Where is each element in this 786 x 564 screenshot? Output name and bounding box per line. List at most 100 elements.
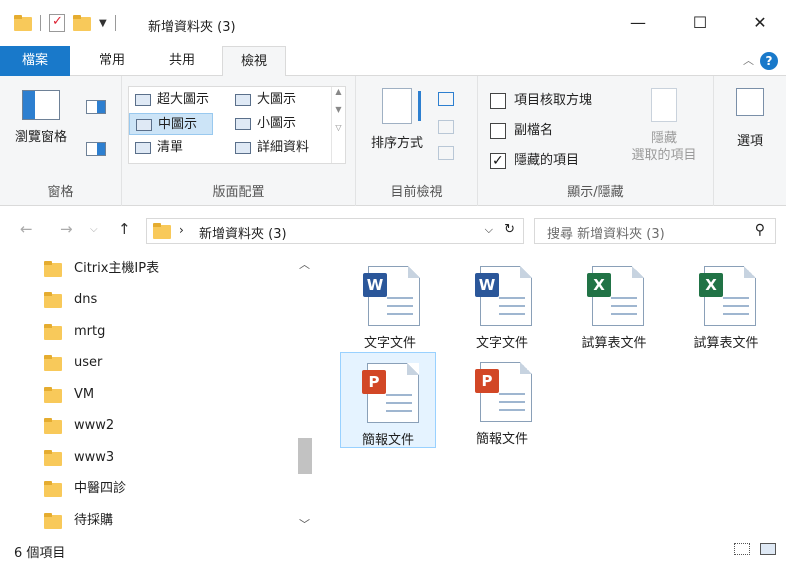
file-extensions-option[interactable]: 副檔名 xyxy=(490,120,553,142)
details-pane-icon[interactable] xyxy=(86,142,106,156)
panes-group: 瀏覽窗格 窗格 xyxy=(0,76,122,206)
nav-item-label: Citrix主機IP表 xyxy=(74,261,160,276)
layout-medium-icons[interactable]: 中圖示 xyxy=(129,113,213,135)
forward-arrow-icon[interactable]: → xyxy=(60,220,73,238)
search-input[interactable]: 搜尋 新增資料夾 (3) ⚲ xyxy=(534,218,776,244)
nav-item-citrix[interactable]: Citrix主機IP表 xyxy=(44,256,159,282)
scroll-up-icon[interactable]: ︿ xyxy=(299,256,310,272)
nav-item-mrtg[interactable]: mrtg xyxy=(44,319,105,345)
search-icon[interactable]: ⚲ xyxy=(755,222,765,238)
close-button[interactable]: ✕ xyxy=(742,8,778,38)
options-label: 選項 xyxy=(736,134,763,149)
up-arrow-icon[interactable]: ↑ xyxy=(118,220,131,238)
breadcrumb-current[interactable]: 新增資料夾 (3) xyxy=(199,223,287,242)
folder-icon xyxy=(44,450,62,466)
group-by-icon[interactable] xyxy=(438,92,454,106)
layout-item-label: 大圖示 xyxy=(257,92,297,107)
back-arrow-icon[interactable]: ← xyxy=(20,220,33,238)
customize-toolbar-icon[interactable]: ▼ xyxy=(99,18,107,29)
layout-item-label: 超大圖示 xyxy=(157,92,210,107)
address-path-box[interactable]: › 新增資料夾 (3) ⌵ ↻ xyxy=(146,218,524,244)
ppt-badge: P xyxy=(475,369,499,393)
nav-item-dns[interactable]: dns xyxy=(44,287,97,313)
group-label-panes: 窗格 xyxy=(47,185,74,200)
file-name: 簡報文件 xyxy=(475,432,528,447)
layout-details[interactable]: 詳細資料 xyxy=(229,137,329,159)
collapse-ribbon-icon[interactable]: ︿ xyxy=(743,52,754,68)
new-folder-icon[interactable] xyxy=(73,15,91,31)
size-columns-icon[interactable] xyxy=(438,146,454,160)
current-view-group: 排序方式 目前檢視 xyxy=(356,76,478,206)
hidden-items-checkbox[interactable] xyxy=(490,151,506,171)
layout-item-label: 清單 xyxy=(157,140,184,155)
sort-by-label: 排序方式 xyxy=(370,136,423,151)
breadcrumb-chevron-icon[interactable]: › xyxy=(179,223,184,237)
preview-pane-icon[interactable] xyxy=(86,100,106,114)
excel-badge: X xyxy=(587,273,611,297)
file-item-ppt-1[interactable]: P 簡報文件 xyxy=(340,352,436,448)
nav-item-www3[interactable]: www3 xyxy=(44,445,114,471)
tab-file[interactable]: 檔案 xyxy=(0,46,70,76)
folder-icon xyxy=(44,418,62,434)
item-checkboxes-label: 項目核取方塊 xyxy=(514,93,593,108)
layout-gallery-scroll[interactable]: ▲ ▼ ▽ xyxy=(331,87,345,163)
group-label-layout: 版面配置 xyxy=(212,185,265,200)
layout-extra-large-icons[interactable]: 超大圖示 xyxy=(129,89,229,111)
quick-access-toolbar: ▼ xyxy=(14,14,116,32)
properties-icon[interactable] xyxy=(49,14,65,32)
layout-large-icons[interactable]: 大圖示 xyxy=(229,89,329,111)
navigation-pane: Citrix主機IP表 dns mrtg user VM www2 www3 中… xyxy=(0,252,318,535)
nav-item-label: 中醫四診 xyxy=(74,481,127,496)
layout-list[interactable]: 清單 xyxy=(129,137,229,159)
hide-selected-button[interactable]: 隱藏 選取的項目 xyxy=(620,88,708,164)
address-dropdown-icon[interactable]: ⌵ xyxy=(485,223,493,237)
tab-view[interactable]: 檢視 xyxy=(222,46,286,77)
folder-icon xyxy=(44,292,62,308)
hidden-items-label: 隱藏的項目 xyxy=(514,153,580,168)
tab-home[interactable]: 常用 xyxy=(82,46,142,76)
layout-item-label: 小圖示 xyxy=(257,116,297,131)
large-icons-view-icon[interactable] xyxy=(760,543,776,555)
hidden-items-option[interactable]: 隱藏的項目 xyxy=(490,150,579,172)
maximize-button[interactable]: ☐ xyxy=(682,8,718,38)
help-icon[interactable]: ? xyxy=(760,52,778,70)
details-view-icon[interactable] xyxy=(734,543,750,555)
item-checkboxes-checkbox[interactable] xyxy=(490,93,506,109)
file-item-ppt-2[interactable]: P 簡報文件 xyxy=(454,352,550,448)
options-button[interactable]: 選項 xyxy=(722,88,778,149)
ppt-doc-icon: P xyxy=(475,362,532,422)
file-item-excel-1[interactable]: X 試算表文件 xyxy=(566,256,662,352)
folder-icon xyxy=(44,513,62,529)
file-item-word-1[interactable]: W 文字文件 xyxy=(342,256,438,352)
nav-scrollbar[interactable]: ︿ ﹀ xyxy=(296,252,314,535)
file-item-excel-2[interactable]: X 試算表文件 xyxy=(678,256,774,352)
nav-pane-icon xyxy=(22,90,60,120)
folder-icon xyxy=(44,481,62,497)
word-doc-icon: W xyxy=(475,266,532,326)
folder-icon xyxy=(44,355,62,371)
scrollbar-thumb[interactable] xyxy=(298,438,312,474)
nav-item-www2[interactable]: www2 xyxy=(44,413,114,439)
sort-by-button[interactable]: 排序方式 xyxy=(364,88,430,151)
hide-selected-label-2: 選取的項目 xyxy=(631,148,697,163)
file-name: 文字文件 xyxy=(363,336,416,351)
recent-locations-icon[interactable]: ⌵ xyxy=(90,224,98,235)
nav-item-purchase[interactable]: 待採購 xyxy=(44,508,113,534)
tab-share[interactable]: 共用 xyxy=(152,46,212,76)
add-columns-icon[interactable] xyxy=(438,120,454,134)
file-item-word-2[interactable]: W 文字文件 xyxy=(454,256,550,352)
scroll-down-icon[interactable]: ﹀ xyxy=(299,516,310,532)
file-extensions-checkbox[interactable] xyxy=(490,123,506,139)
nav-item-user[interactable]: user xyxy=(44,350,102,376)
layout-small-icons[interactable]: 小圖示 xyxy=(229,113,329,135)
nav-item-vm[interactable]: VM xyxy=(44,382,94,408)
refresh-icon[interactable]: ↻ xyxy=(504,222,515,237)
extra-large-icons-icon xyxy=(135,94,151,106)
large-icons-icon xyxy=(235,94,251,106)
hide-selected-label-1: 隱藏 xyxy=(650,131,677,146)
nav-pane-button[interactable]: 瀏覽窗格 xyxy=(10,90,72,154)
item-checkboxes-option[interactable]: 項目核取方塊 xyxy=(490,90,592,112)
minimize-button[interactable]: — xyxy=(620,8,656,38)
file-name: 文字文件 xyxy=(475,336,528,351)
nav-item-tcm[interactable]: 中醫四診 xyxy=(44,476,126,502)
